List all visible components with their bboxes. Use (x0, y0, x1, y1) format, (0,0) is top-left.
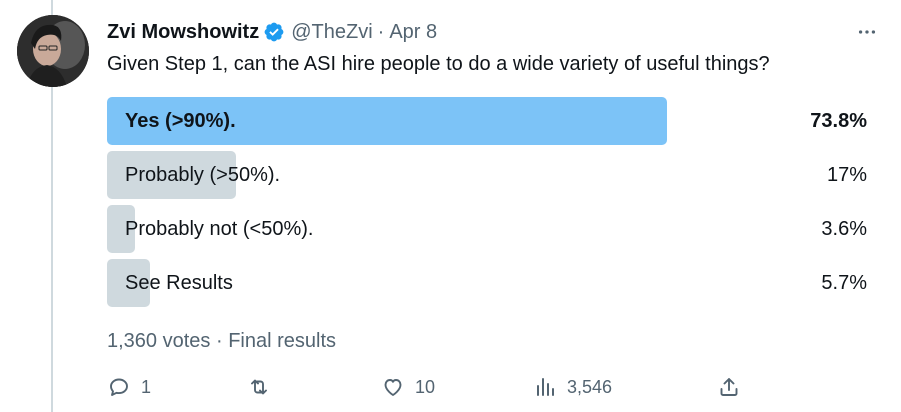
reply-icon (110, 378, 128, 396)
reply-button[interactable]: 1 (107, 370, 151, 404)
poll-option-label: Yes (>90%). (125, 110, 236, 132)
like-button[interactable]: 10 (381, 370, 435, 404)
share-icon (720, 378, 738, 396)
poll-meta: 1,360 votes · Final results (107, 327, 336, 355)
poll-option-percent: 17% (826, 164, 867, 186)
poll-option-percent: 73.8% (810, 110, 867, 132)
tweet-header: Zvi Mowshowitz @TheZvi · Apr 8 (107, 18, 881, 46)
share-button[interactable] (717, 370, 741, 404)
poll-option-3[interactable]: Probably not (<50%). 3.6% (107, 205, 867, 253)
poll-option-label: Probably (>50%). (125, 164, 281, 186)
header-separator: · (377, 20, 385, 43)
poll-option-percent: 3.6% (821, 218, 867, 240)
poll-option-1[interactable]: Yes (>90%). 73.8% (107, 97, 867, 145)
action-bar: 1 10 3,546 (107, 370, 747, 404)
poll-option-4[interactable]: See Results 5.7% (107, 259, 867, 307)
more-icon[interactable] (853, 18, 881, 46)
avatar-image (17, 15, 89, 87)
reply-count: 1 (141, 376, 152, 397)
poll-option-2[interactable]: Probably (>50%). 17% (107, 151, 867, 199)
poll-option-percent: 5.7% (821, 272, 867, 294)
poll-votes: 1,360 votes (107, 330, 211, 352)
retweet-button[interactable] (247, 370, 271, 404)
views-button[interactable]: 3,546 (533, 370, 612, 404)
author-name[interactable]: Zvi Mowshowitz (107, 21, 259, 44)
tweet-date[interactable]: Apr 8 (389, 21, 437, 44)
like-count: 10 (415, 376, 436, 397)
views-icon (537, 378, 554, 396)
avatar[interactable] (17, 15, 89, 87)
poll-option-label: Probably not (<50%). (125, 218, 314, 240)
verified-badge-icon (263, 21, 285, 43)
poll-status: Final results (228, 330, 337, 352)
like-icon (384, 379, 402, 396)
tweet-text: Given Step 1, can the ASI hire people to… (107, 53, 770, 75)
poll-meta-separator: · (215, 330, 223, 352)
poll-option-label: See Results (125, 272, 233, 294)
views-count: 3,546 (567, 376, 613, 397)
retweet-icon (251, 379, 267, 395)
author-handle[interactable]: @TheZvi (291, 21, 372, 44)
